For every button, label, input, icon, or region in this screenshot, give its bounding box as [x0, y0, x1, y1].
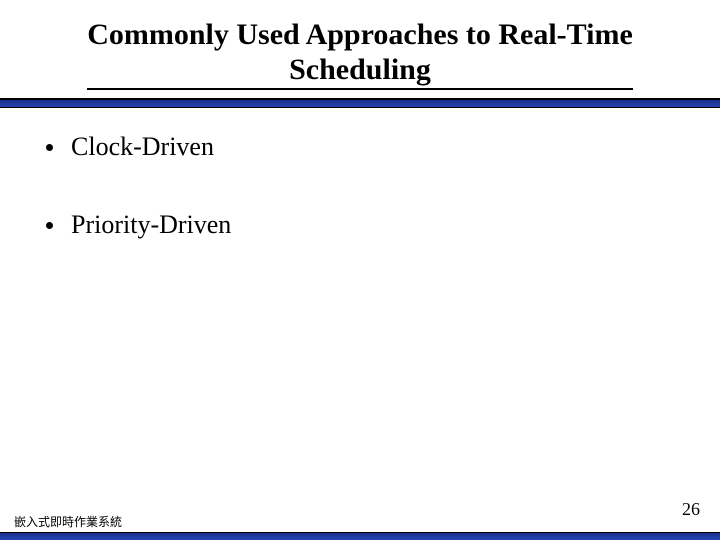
- title-divider: [0, 98, 720, 108]
- bullet-icon: [46, 144, 53, 151]
- bullet-text: Priority-Driven: [71, 210, 231, 240]
- list-item: Priority-Driven: [46, 210, 674, 240]
- slide-content: Clock-Driven Priority-Driven: [46, 132, 674, 288]
- slide-title-line2: Scheduling: [87, 53, 633, 88]
- page-number: 26: [682, 499, 700, 520]
- slide: Commonly Used Approaches to Real-Time Sc…: [0, 0, 720, 540]
- list-item: Clock-Driven: [46, 132, 674, 162]
- slide-title-area: Commonly Used Approaches to Real-Time Sc…: [0, 0, 720, 90]
- footer-divider: [0, 532, 720, 540]
- bullet-icon: [46, 222, 53, 229]
- footer-label: 嵌入式即時作業系統: [14, 513, 122, 530]
- bullet-text: Clock-Driven: [71, 132, 214, 162]
- slide-title: Commonly Used Approaches to Real-Time Sc…: [87, 18, 633, 90]
- slide-footer: 嵌入式即時作業系統 26: [0, 508, 720, 540]
- slide-title-line1: Commonly Used Approaches to Real-Time: [87, 18, 633, 53]
